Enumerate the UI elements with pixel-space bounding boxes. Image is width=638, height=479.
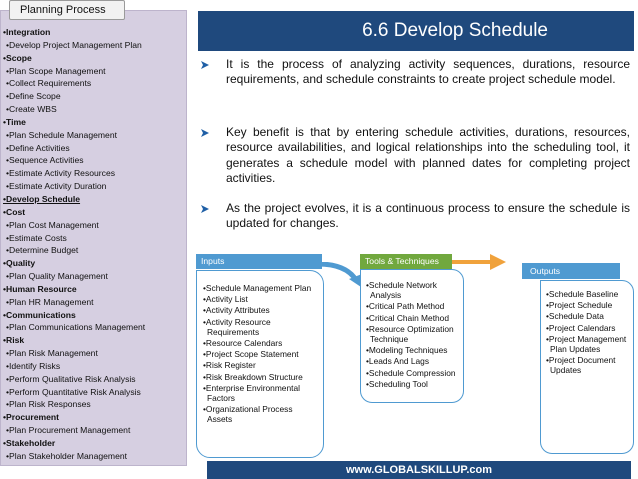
outputs-item: •Project Document Updates <box>546 355 616 376</box>
outline-item: •Estimate Activity Resources <box>6 168 116 179</box>
outline-group: •Scope <box>3 52 32 63</box>
inputs-item: •Activity List <box>203 294 248 305</box>
outline-item: •Collect Requirements <box>6 78 92 89</box>
tools-item: •Leads And Lags <box>366 356 430 367</box>
outline-group: •Cost <box>3 206 26 217</box>
outline-item: •Perform Qualitative Risk Analysis <box>6 373 136 384</box>
inputs-box: •Schedule Management Plan •Activity List •… <box>196 270 324 458</box>
outline-item: •Develop Schedule <box>3 193 81 204</box>
inputs-item: •Enterprise Environmental Factors <box>203 382 300 404</box>
tools-item: •Schedule Compression <box>366 367 456 378</box>
outline-item: •Plan Stakeholder Management <box>6 450 128 461</box>
tools-header: Tools & Techniques <box>360 254 452 269</box>
outline-item: •Plan Quality Management <box>6 271 108 282</box>
outline-item: •Plan HR Management <box>6 296 94 307</box>
outline-item: •Create WBS <box>6 104 57 115</box>
bullet-item: As the project evolves, it is a continuo… <box>200 201 630 235</box>
footer-url[interactable]: www.GLOBALSKILLUP.com <box>207 461 631 479</box>
outputs-header: Outputs <box>522 263 620 279</box>
bullet-text: As the project evolves, it is a continuo… <box>226 201 630 231</box>
outputs-list: •Schedule Baseline •Project Schedule •Sche… <box>546 289 632 377</box>
inputs-item: •Activity Resource Requirements <box>203 316 271 337</box>
bullet-item: It is the process of analyzing activity … <box>200 57 630 107</box>
outline-item: •Plan Risk Responses <box>6 399 91 410</box>
outputs-item: •Schedule Data <box>546 311 604 322</box>
outline-group: •Risk <box>3 335 25 346</box>
inputs-header: Inputs <box>196 254 322 269</box>
outline-item: •Determine Budget <box>6 245 79 256</box>
inputs-item: •Organizational Process Assets <box>203 404 293 425</box>
outline-item: •Develop Project Management Plan <box>6 39 142 50</box>
inputs-item: •Schedule Management Plan <box>203 283 312 293</box>
inputs-item: •Resource Calendars <box>203 338 283 349</box>
outline-group: •Integration <box>3 27 51 37</box>
outline-item: •Plan Procurement Management <box>6 425 131 436</box>
bullet-text: Key benefit is that by entering schedule… <box>226 125 630 185</box>
outline-item: •Plan Schedule Management <box>6 129 117 140</box>
outline-item: •Identify Risks <box>6 360 61 371</box>
tools-list: •Schedule Network Analysis •Critical Path… <box>366 280 462 390</box>
outline-item: •Estimate Costs <box>6 232 67 243</box>
right-arrow-icon <box>201 61 209 69</box>
tools-item: •Critical Chain Method <box>366 312 449 323</box>
tools-item: •Schedule Network Analysis <box>366 280 437 301</box>
outline-item: •Define Activities <box>6 142 70 153</box>
inputs-item: •Risk Breakdown Structure <box>203 371 303 382</box>
tools-box: •Schedule Network Analysis •Critical Path… <box>360 269 464 403</box>
outputs-item: •Project Calendars <box>546 322 616 333</box>
outline-item: •Plan Communications Management <box>6 322 146 333</box>
tools-item: •Modeling Techniques <box>366 345 448 356</box>
outline-item: •Plan Risk Management <box>6 348 98 359</box>
outline-group: •Stakeholder <box>3 438 56 448</box>
outline-item: •Plan Cost Management <box>6 219 99 230</box>
inputs-item: •Risk Register <box>203 360 256 371</box>
outline-item: •Plan Scope Management <box>6 65 106 76</box>
outline-group: •Quality <box>3 258 36 269</box>
outputs-item: •Schedule Baseline <box>546 289 619 299</box>
inputs-item: •Project Scope Statement <box>203 349 299 360</box>
curved-arrow-icon <box>450 254 506 270</box>
outline-group: •Communications <box>3 309 76 320</box>
bullet-item: Key benefit is that by entering schedule… <box>200 125 630 185</box>
right-arrow-icon <box>201 129 209 137</box>
outline-item: •Sequence Activities <box>6 155 84 166</box>
outputs-item: •Project Schedule <box>546 300 613 311</box>
outputs-box: •Schedule Baseline •Project Schedule •Sche… <box>540 280 634 454</box>
tools-item: •Critical Path Method <box>366 301 445 312</box>
outline-item: •Estimate Activity Duration <box>6 181 107 192</box>
right-arrow-icon <box>201 205 209 213</box>
process-outline: •Integration •Develop Project Management … <box>3 26 186 463</box>
tools-item: •Scheduling Tool <box>366 378 428 389</box>
sidebar-tab[interactable]: Planning Process <box>9 0 125 20</box>
tools-item: •Resource Optimization Technique <box>366 323 454 345</box>
outline-group: •Procurement <box>3 412 60 423</box>
outline-item: •Perform Quantitative Risk Analysis <box>6 386 141 397</box>
bullet-text: It is the process of analyzing activity … <box>226 57 630 87</box>
outline-group: •Time <box>3 116 26 127</box>
outputs-item: •Project Management Plan Updates <box>546 333 627 355</box>
page-title: 6.6 Develop Schedule <box>198 11 634 51</box>
outline-group: •Human Resource <box>3 283 77 294</box>
inputs-item: •Activity Attributes <box>203 305 270 316</box>
inputs-list: •Schedule Management Plan •Activity List •… <box>203 283 319 426</box>
outline-item: •Define Scope <box>6 91 61 102</box>
